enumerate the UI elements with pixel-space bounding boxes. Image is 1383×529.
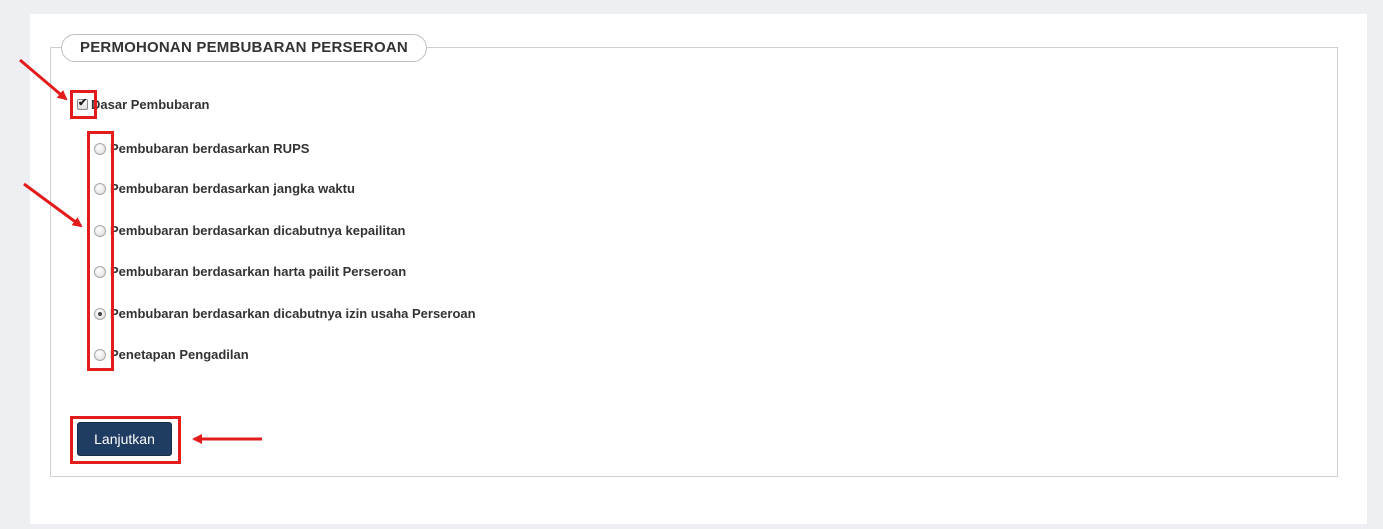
dasar-pembubaran-label: Dasar Pembubaran [91, 97, 210, 112]
button-highlight-box [70, 416, 181, 464]
radio-option-harta-pailit[interactable]: Pembubaran berdasarkan harta pailit Pers… [94, 264, 406, 279]
radio-option-kepailitan[interactable]: Pembubaran berdasarkan dicabutnya kepail… [94, 223, 406, 238]
radio-option-jangka-waktu[interactable]: Pembubaran berdasarkan jangka waktu [94, 181, 355, 196]
radio-label: Pembubaran berdasarkan dicabutnya izin u… [110, 306, 476, 321]
radio-option-rups[interactable]: Pembubaran berdasarkan RUPS [94, 141, 309, 156]
radio-label: Pembubaran berdasarkan harta pailit Pers… [110, 264, 407, 279]
checkbox-highlight-box [70, 90, 97, 119]
radio-highlight-box [87, 131, 114, 371]
form-fieldset [50, 47, 1338, 477]
radio-label: Pembubaran berdasarkan dicabutnya kepail… [110, 223, 406, 238]
radio-label: Penetapan Pengadilan [110, 347, 249, 362]
radio-option-izin-usaha[interactable]: Pembubaran berdasarkan dicabutnya izin u… [94, 306, 476, 321]
radio-label: Pembubaran berdasarkan jangka waktu [110, 181, 355, 196]
radio-label: Pembubaran berdasarkan RUPS [110, 141, 310, 156]
fieldset-legend: PERMOHONAN PEMBUBARAN PERSEROAN [61, 34, 427, 62]
radio-option-penetapan-pengadilan[interactable]: Penetapan Pengadilan [94, 347, 249, 362]
